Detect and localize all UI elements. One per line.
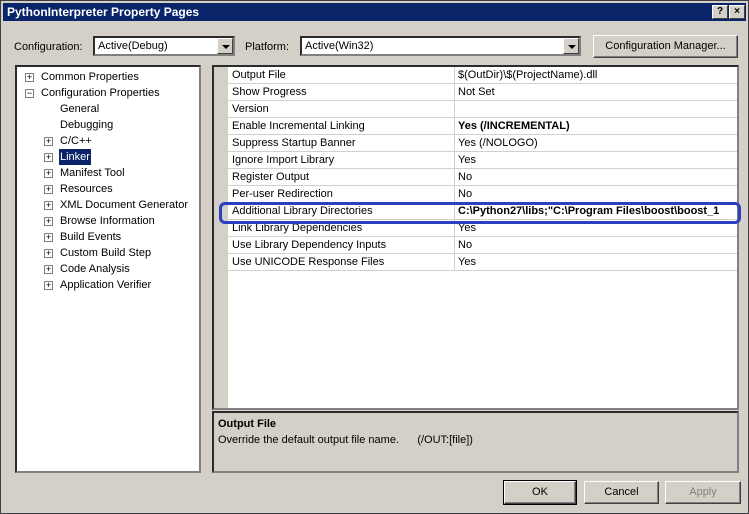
expand-icon[interactable]: + [44,233,53,242]
property-row[interactable]: Version [228,101,737,118]
configuration-label: Configuration: [14,41,83,53]
property-value[interactable]: Not Set [458,86,736,98]
expand-icon[interactable]: + [44,137,53,146]
property-value[interactable]: No [458,171,736,183]
expand-icon[interactable]: + [44,153,53,162]
property-name: Register Output [232,171,310,183]
property-row[interactable]: Use UNICODE Response Files Yes [228,254,737,271]
tree-item-label: Common Properties [41,71,139,83]
column-divider [454,203,455,220]
grid-gutter [214,67,228,408]
property-grid[interactable]: Output File $(OutDir)\$(ProjectName).dll S… [212,65,739,410]
tree-item-label: General [60,103,100,115]
expand-icon[interactable]: + [44,281,53,290]
expand-icon[interactable]: + [44,201,53,210]
property-name: Enable Incremental Linking [232,120,365,132]
collapse-icon[interactable]: − [25,89,34,98]
property-row[interactable]: Register Output No [228,169,737,186]
property-value[interactable]: No [458,188,736,200]
tree-item-label: Application Verifier [60,279,152,291]
property-tree[interactable]: + Common Properties − Configuration Propert… [15,65,201,473]
property-value[interactable]: Yes [458,256,736,268]
property-name: Output File [232,69,286,81]
property-value[interactable]: Yes [458,222,736,234]
expand-icon[interactable]: + [25,73,34,82]
description-title: Output File [218,418,277,430]
tree-item-label: C/C++ [60,135,92,147]
property-name: Use Library Dependency Inputs [232,239,387,251]
property-row[interactable]: Use Library Dependency Inputs No [228,237,737,254]
property-row[interactable]: Per-user Redirection No [228,186,737,203]
property-name: Per-user Redirection [232,188,333,200]
tree-item-label: XML Document Generator [60,199,188,211]
platform-value: Active(Win32) [305,40,374,52]
column-divider [454,220,455,237]
tree-item-label: Custom Build Step [60,247,152,259]
property-name: Additional Library Directories [232,205,373,217]
column-divider [454,186,455,203]
chevron-down-icon[interactable] [563,38,579,54]
apply-button[interactable]: Apply [665,481,741,504]
expand-icon[interactable]: + [44,185,53,194]
tree-item-label: Resources [60,183,113,195]
platform-select[interactable]: Active(Win32) [300,36,581,56]
platform-label: Platform: [245,41,290,53]
property-row[interactable]: Additional Library Directories C:\Python2… [228,203,737,220]
column-divider [454,152,455,169]
property-pages-window: PythonInterpreter Property Pages ? × Con… [0,0,749,514]
property-row[interactable]: Suppress Startup Banner Yes (/NOLOGO) [228,135,737,152]
property-value[interactable]: No [458,239,736,251]
tree-item-label: Build Events [60,231,122,243]
property-row[interactable]: Enable Incremental Linking Yes (/INCREMEN… [228,118,737,135]
window-title: PythonInterpreter Property Pages [7,5,200,19]
configuration-manager-button[interactable]: Configuration Manager... [593,35,738,58]
property-value[interactable]: C:\Python27\libs;"C:\Program Files\boost… [458,205,736,217]
tree-item-label: Configuration Properties [41,87,160,99]
cancel-button[interactable]: Cancel [584,481,659,504]
column-divider [454,254,455,271]
configuration-select[interactable]: Active(Debug) [93,36,235,56]
tree-item-label: Debugging [60,119,114,131]
property-value[interactable]: Yes (/INCREMENTAL) [458,120,736,132]
tree-item-label: Code Analysis [60,263,130,275]
column-divider [454,67,455,84]
column-divider [454,101,455,118]
property-row[interactable]: Show Progress Not Set [228,84,737,101]
column-divider [454,237,455,254]
expand-icon[interactable]: + [44,217,53,226]
tree-item-label: Browse Information [60,215,155,227]
property-row[interactable]: Link Library Dependencies Yes [228,220,737,237]
tree-item-label: Linker [59,149,91,165]
expand-icon[interactable]: + [44,265,53,274]
property-name: Link Library Dependencies [232,222,363,234]
description-text: Override the default output file name. (… [218,434,473,446]
column-divider [454,84,455,101]
property-row[interactable]: Output File $(OutDir)\$(ProjectName).dll [228,67,737,84]
property-value[interactable]: $(OutDir)\$(ProjectName).dll [458,69,736,81]
configuration-value: Active(Debug) [98,40,168,52]
description-panel: Output File Override the default output … [212,411,739,473]
property-row[interactable]: Ignore Import Library Yes [228,152,737,169]
help-icon[interactable]: ? [712,5,728,19]
property-name: Show Progress [232,86,307,98]
property-value[interactable]: Yes [458,154,736,166]
expand-icon[interactable]: + [44,169,53,178]
property-name: Ignore Import Library [232,154,335,166]
chevron-down-icon[interactable] [217,38,233,54]
expand-icon[interactable]: + [44,249,53,258]
column-divider [454,118,455,135]
property-name: Version [232,103,269,115]
property-name: Use UNICODE Response Files [232,256,385,268]
property-value[interactable]: Yes (/NOLOGO) [458,137,736,149]
tree-item-label: Manifest Tool [60,167,125,179]
column-divider [454,135,455,152]
ok-button[interactable]: OK [503,480,577,505]
title-bar: PythonInterpreter Property Pages ? × [3,3,746,21]
property-name: Suppress Startup Banner [232,137,356,149]
close-icon[interactable]: × [729,5,745,19]
column-divider [454,169,455,186]
